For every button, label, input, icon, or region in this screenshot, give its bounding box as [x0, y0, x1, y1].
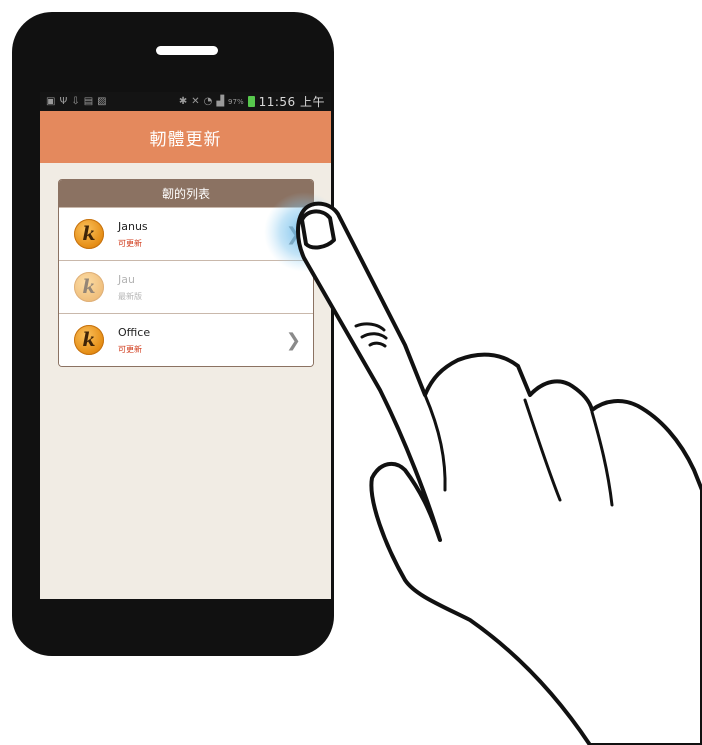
pointing-hand-illustration: [264, 192, 702, 745]
hand-outline: [296, 201, 702, 745]
fingernail: [300, 209, 336, 250]
